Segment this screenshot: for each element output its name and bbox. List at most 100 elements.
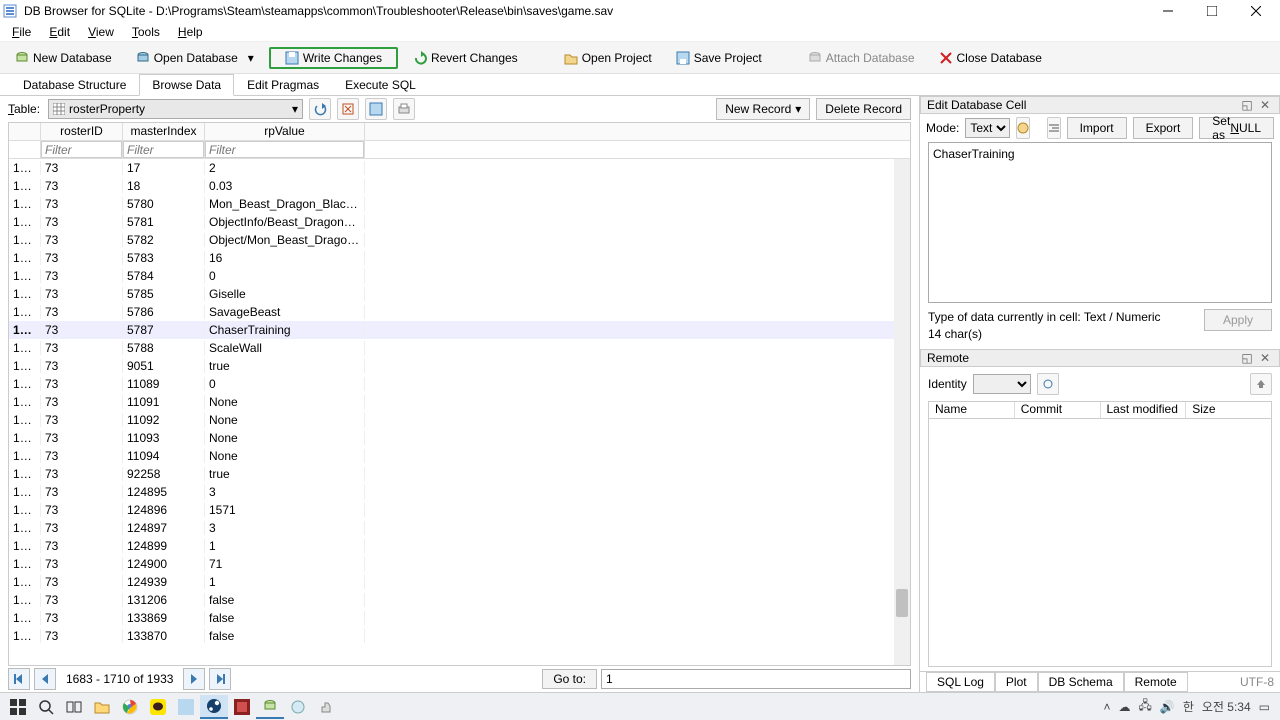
table-row[interactable]: 1692735787ChaserTraining <box>9 321 910 339</box>
cell-masterindex[interactable]: 5780 <box>123 197 205 211</box>
tab-execute-sql[interactable]: Execute SQL <box>332 74 429 96</box>
open-project-button[interactable]: Open Project <box>555 47 661 69</box>
table-row[interactable]: 1704731248991 <box>9 537 910 555</box>
cell-rosterid[interactable]: 73 <box>41 395 123 409</box>
open-db-dropdown-icon[interactable]: ▾ <box>248 51 254 65</box>
chrome-icon[interactable] <box>116 695 144 719</box>
cell-rosterid[interactable]: 73 <box>41 233 123 247</box>
filter-rosterid[interactable] <box>41 141 122 158</box>
cell-masterindex[interactable]: 124895 <box>123 485 205 499</box>
maximize-button[interactable] <box>1190 0 1234 22</box>
taskview-icon[interactable] <box>60 695 88 719</box>
menu-help[interactable]: Help <box>170 23 211 41</box>
cell-rosterid[interactable]: 73 <box>41 485 123 499</box>
cell-masterindex[interactable]: 5783 <box>123 251 205 265</box>
cell-masterindex[interactable]: 5784 <box>123 269 205 283</box>
clear-filters-button[interactable] <box>337 98 359 120</box>
last-page-button[interactable] <box>209 668 231 690</box>
cell-rpvalue[interactable]: 0 <box>205 269 365 283</box>
start-button[interactable] <box>4 695 32 719</box>
table-row[interactable]: 1694739051true <box>9 357 910 375</box>
cell-rpvalue[interactable]: 2 <box>205 161 365 175</box>
table-row[interactable]: 170773131206false <box>9 591 910 609</box>
cell-rosterid[interactable]: 73 <box>41 323 123 337</box>
table-row[interactable]: 1691735786SavageBeast <box>9 303 910 321</box>
column-header-masterindex[interactable]: masterIndex <box>123 123 205 140</box>
new-record-button[interactable]: New Record▾ <box>716 98 810 120</box>
cell-masterindex[interactable]: 92258 <box>123 467 205 481</box>
import-button[interactable]: Import <box>1067 117 1127 139</box>
cell-rosterid[interactable]: 73 <box>41 179 123 193</box>
game-icon[interactable] <box>228 695 256 719</box>
remote-close-icon[interactable]: ✕ <box>1257 350 1273 366</box>
cell-rosterid[interactable]: 73 <box>41 521 123 535</box>
export-button[interactable]: Export <box>1133 117 1194 139</box>
cell-rpvalue[interactable]: 16 <box>205 251 365 265</box>
bottom-tab-remote[interactable]: Remote <box>1124 672 1188 692</box>
cell-masterindex[interactable]: 124900 <box>123 557 205 571</box>
table-row[interactable]: 168373172 <box>9 159 910 177</box>
vertical-scrollbar[interactable] <box>894 159 910 665</box>
cell-rpvalue[interactable]: 0.03 <box>205 179 365 193</box>
cell-rpvalue[interactable]: 1 <box>205 539 365 553</box>
cell-rpvalue[interactable]: Mon_Beast_Dragon_Black3_… <box>205 197 365 211</box>
cell-rosterid[interactable]: 73 <box>41 197 123 211</box>
cell-masterindex[interactable]: 131206 <box>123 593 205 607</box>
table-row[interactable]: 17057312490071 <box>9 555 910 573</box>
table-row[interactable]: 16967311091None <box>9 393 910 411</box>
filter-rpvalue[interactable] <box>205 141 364 158</box>
table-row[interactable]: 1693735788ScaleWall <box>9 339 910 357</box>
table-row[interactable]: 169573110890 <box>9 375 910 393</box>
cell-masterindex[interactable]: 9051 <box>123 359 205 373</box>
panel-close-icon[interactable]: ✕ <box>1257 97 1273 113</box>
bottom-tab-sqllog[interactable]: SQL Log <box>926 672 995 692</box>
scrollbar-thumb[interactable] <box>896 589 908 617</box>
close-button[interactable] <box>1234 0 1278 22</box>
indent-icon[interactable] <box>1047 117 1061 139</box>
cell-rpvalue[interactable]: 3 <box>205 485 365 499</box>
cell-masterindex[interactable]: 124896 <box>123 503 205 517</box>
filter-masterindex[interactable] <box>123 141 204 158</box>
menu-tools[interactable]: Tools <box>124 23 168 41</box>
tray-cloud-icon[interactable]: ☁ <box>1118 700 1130 714</box>
table-row[interactable]: 1701731248953 <box>9 483 910 501</box>
cell-masterindex[interactable]: 11093 <box>123 431 205 445</box>
cell-masterindex[interactable]: 5782 <box>123 233 205 247</box>
minimize-button[interactable] <box>1146 0 1190 22</box>
cell-masterindex[interactable]: 17 <box>123 161 205 175</box>
cell-rosterid[interactable]: 73 <box>41 413 123 427</box>
kakao-icon[interactable] <box>144 695 172 719</box>
identity-refresh-icon[interactable] <box>1037 373 1059 395</box>
menu-edit[interactable]: Edit <box>41 23 78 41</box>
explorer-icon[interactable] <box>88 695 116 719</box>
table-row[interactable]: 17007392258true <box>9 465 910 483</box>
table-row[interactable]: 16987311093None <box>9 429 910 447</box>
revert-changes-button[interactable]: Revert Changes <box>404 47 527 69</box>
cell-rosterid[interactable]: 73 <box>41 305 123 319</box>
close-database-button[interactable]: Close Database <box>930 47 1051 69</box>
cell-rosterid[interactable]: 73 <box>41 161 123 175</box>
cell-rosterid[interactable]: 73 <box>41 359 123 373</box>
cell-masterindex[interactable]: 124899 <box>123 539 205 553</box>
cell-rosterid[interactable]: 73 <box>41 251 123 265</box>
cell-masterindex[interactable]: 5786 <box>123 305 205 319</box>
table-row[interactable]: 1686735781ObjectInfo/Beast_Dragon_Bla… <box>9 213 910 231</box>
table-row[interactable]: 168873578316 <box>9 249 910 267</box>
cell-rpvalue[interactable]: 1 <box>205 575 365 589</box>
table-row[interactable]: 1702731248961571 <box>9 501 910 519</box>
tab-database-structure[interactable]: Database Structure <box>10 74 139 96</box>
table-row[interactable]: 1703731248973 <box>9 519 910 537</box>
cell-rosterid[interactable]: 73 <box>41 467 123 481</box>
table-row[interactable]: 1706731249391 <box>9 573 910 591</box>
cell-rpvalue[interactable]: false <box>205 593 365 607</box>
table-row[interactable]: 16997311094None <box>9 447 910 465</box>
cell-rpvalue[interactable]: 1571 <box>205 503 365 517</box>
save-table-button[interactable] <box>365 98 387 120</box>
cell-rpvalue[interactable]: ObjectInfo/Beast_Dragon_Bla… <box>205 215 365 229</box>
table-row[interactable]: 168473180.03 <box>9 177 910 195</box>
cell-masterindex[interactable]: 124939 <box>123 575 205 589</box>
menu-file[interactable]: File <box>4 23 39 41</box>
cell-rpvalue[interactable]: Object/Mon_Beast_Dragon_… <box>205 233 365 247</box>
cell-rpvalue[interactable]: false <box>205 611 365 625</box>
cell-masterindex[interactable]: 133869 <box>123 611 205 625</box>
